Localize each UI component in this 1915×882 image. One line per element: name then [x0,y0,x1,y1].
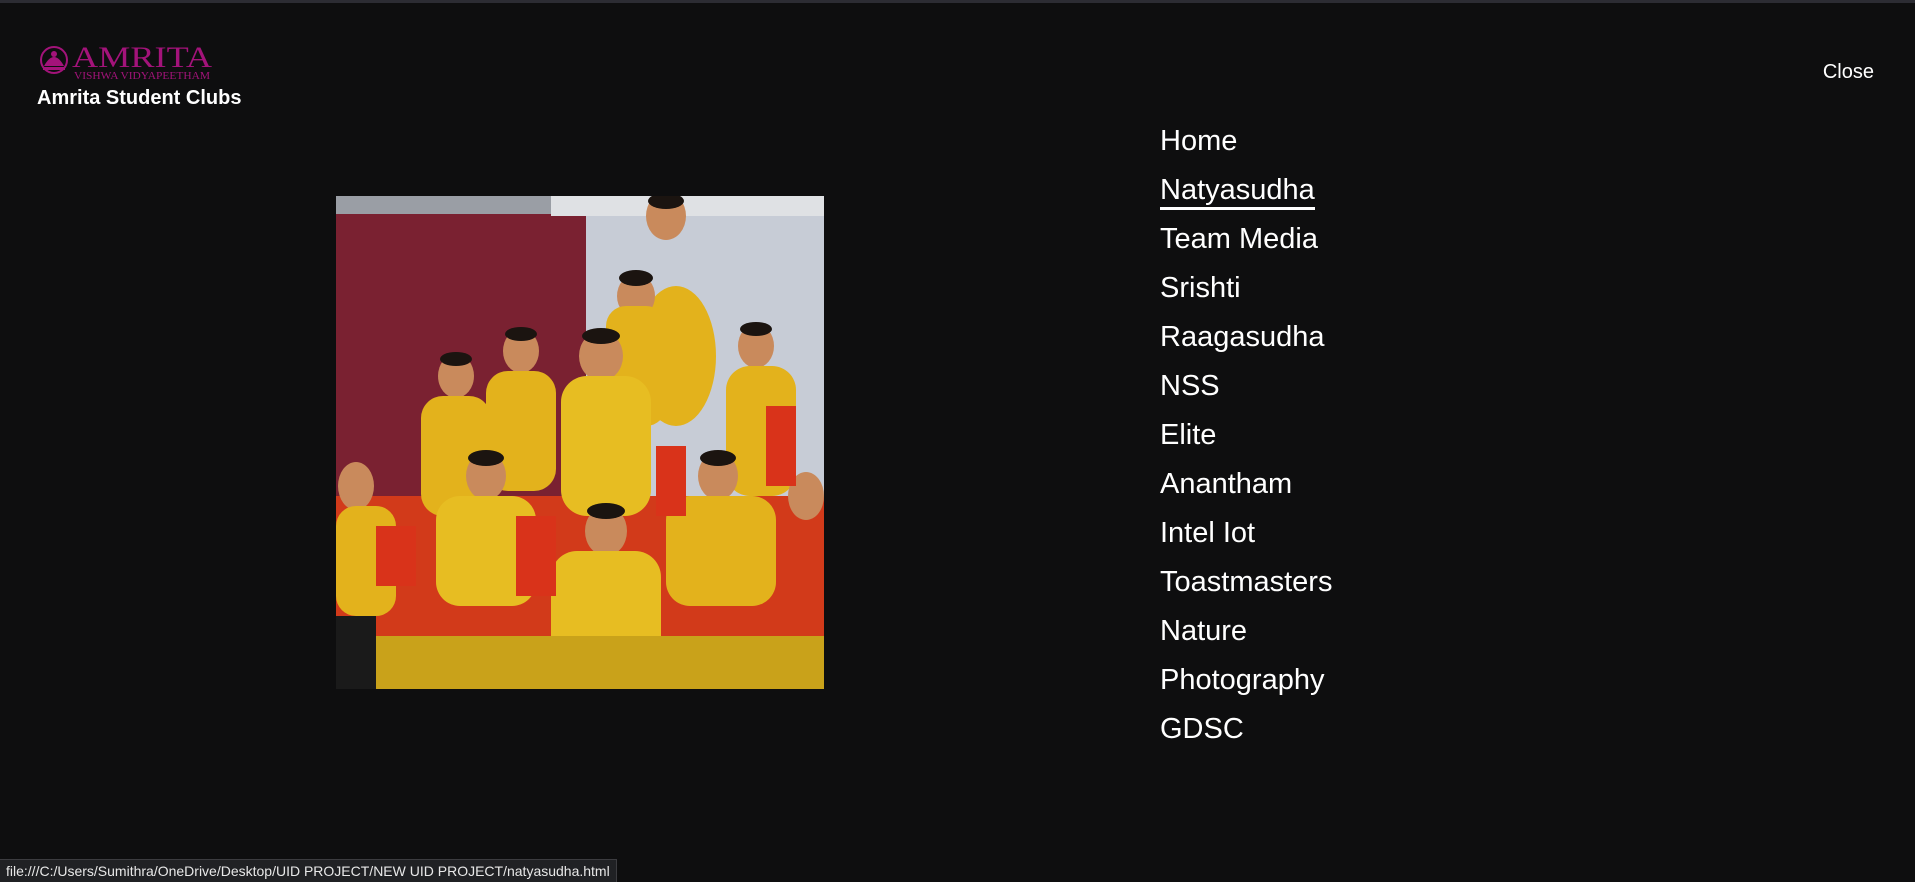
nav-item: GDSC [1160,709,1332,758]
nav-item: Nature [1160,611,1332,660]
nav-item: Anantham [1160,464,1332,513]
nav-link-anantham[interactable]: Anantham [1160,466,1292,502]
logo-emblem-icon [40,46,68,74]
nav-item: Team Media [1160,219,1332,268]
nav-link-gdsc[interactable]: GDSC [1160,711,1244,747]
browser-status-url: file:///C:/Users/Sumithra/OneDrive/Deskt… [0,859,617,882]
nav-item: Toastmasters [1160,562,1332,611]
nav-item: Intel Iot [1160,513,1332,562]
close-button[interactable]: Close [1823,61,1874,84]
dance-group-photo [336,196,824,689]
nav-link-toastmasters[interactable]: Toastmasters [1160,564,1332,600]
logo-wordmark: AMRITA [72,41,212,74]
site-title: Amrita Student Clubs [37,87,242,109]
nav-link-home[interactable]: Home [1160,123,1237,159]
nav-link-natyasudha[interactable]: Natyasudha [1160,173,1315,210]
nav-link-intel-iot[interactable]: Intel Iot [1160,515,1255,551]
nav-item: Photography [1160,660,1332,709]
club-nav-menu: Home Natyasudha Team Media Srishti Raaga… [1160,121,1332,758]
nav-item: NSS [1160,366,1332,415]
nav-link-photography[interactable]: Photography [1160,662,1324,698]
nav-link-team-media[interactable]: Team Media [1160,221,1318,257]
nav-item: Elite [1160,415,1332,464]
nav-item: Home [1160,121,1332,170]
nav-item: Srishti [1160,268,1332,317]
amrita-logo[interactable]: AMRITA VISHWA VIDYAPEETHAM [38,40,218,82]
nav-link-nss[interactable]: NSS [1160,368,1220,404]
nav-link-srishti[interactable]: Srishti [1160,270,1241,306]
nav-link-raagasudha[interactable]: Raagasudha [1160,319,1324,355]
nav-item: Raagasudha [1160,317,1332,366]
logo-subtext: VISHWA VIDYAPEETHAM [74,71,210,82]
nav-link-nature[interactable]: Nature [1160,613,1247,649]
browser-top-strip [0,0,1915,3]
nav-item: Natyasudha [1160,170,1332,219]
nav-link-elite[interactable]: Elite [1160,417,1216,453]
